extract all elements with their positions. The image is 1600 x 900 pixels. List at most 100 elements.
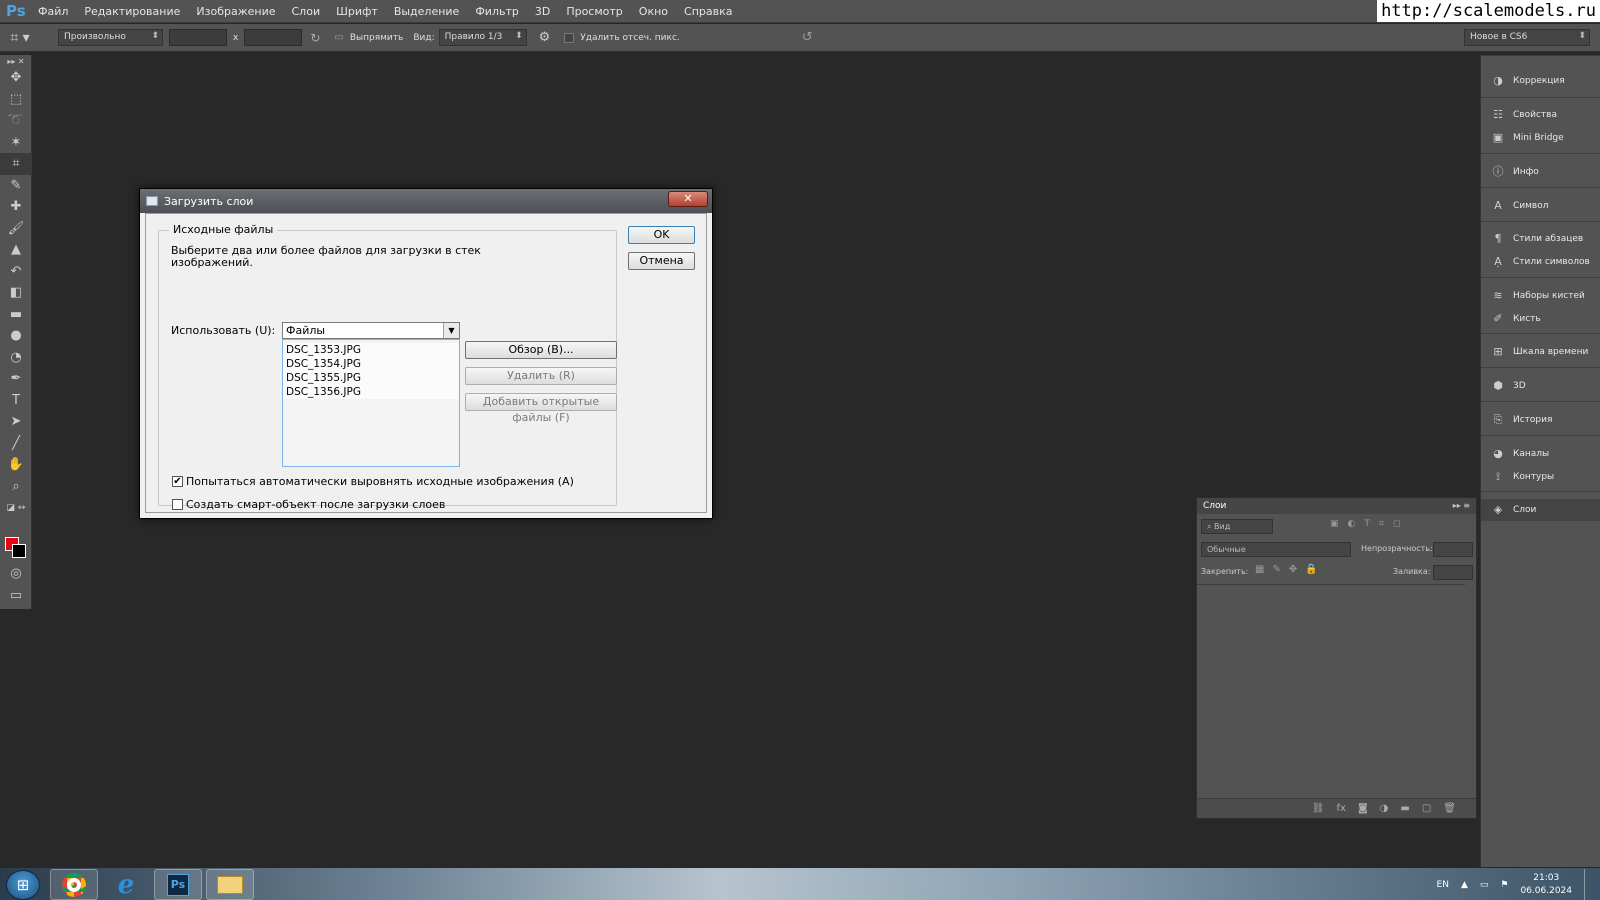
- width-input[interactable]: [169, 29, 227, 46]
- screen-mode-icon[interactable]: ▭: [0, 585, 32, 607]
- smart-object-checkbox[interactable]: [172, 499, 183, 510]
- menu-image[interactable]: Изображение: [188, 5, 283, 18]
- smart-object-label[interactable]: Создать смарт-объект после загрузки слое…: [186, 498, 445, 511]
- cancel-button[interactable]: Отмена: [628, 252, 695, 270]
- dock-item-history[interactable]: ⎘ История: [1481, 409, 1600, 431]
- gradient-tool-icon[interactable]: ▬: [0, 304, 32, 326]
- dock-item-layers[interactable]: ◈ Слои: [1481, 499, 1600, 521]
- fx-icon[interactable]: fx: [1337, 803, 1346, 814]
- adjustment-layer-icon[interactable]: ◑: [1380, 803, 1389, 814]
- language-indicator[interactable]: EN: [1437, 880, 1449, 890]
- flag-icon[interactable]: ⚑: [1500, 880, 1508, 890]
- lock-icons[interactable]: ▦✎✥🔒: [1255, 564, 1326, 575]
- crop-tool-icon[interactable]: ⌗: [0, 153, 32, 175]
- chevron-down-icon[interactable]: ▼: [443, 323, 459, 338]
- mask-icon[interactable]: ◙: [1358, 803, 1368, 814]
- move-tool-icon[interactable]: ✥: [0, 67, 32, 89]
- stamp-tool-icon[interactable]: ▲: [0, 239, 32, 261]
- folder-icon[interactable]: ▬: [1400, 803, 1409, 814]
- dodge-tool-icon[interactable]: ◔: [0, 347, 32, 369]
- dock-item-properties[interactable]: ☷ Свойства: [1481, 104, 1600, 126]
- photoshop-taskbar-button[interactable]: Ps: [154, 869, 202, 900]
- dock-item-brush-presets[interactable]: ≋ Наборы кистей: [1481, 285, 1600, 307]
- list-item[interactable]: DSC_1354.JPG: [283, 357, 459, 371]
- use-select[interactable]: Файлы ▼: [282, 322, 460, 339]
- menu-view[interactable]: Просмотр: [558, 5, 630, 18]
- dock-item-mini-bridge[interactable]: ▣ Mini Bridge: [1481, 127, 1600, 149]
- menu-edit[interactable]: Редактирование: [76, 5, 188, 18]
- show-desktop-button[interactable]: [1584, 869, 1592, 900]
- dialog-titlebar[interactable]: Загрузить слои: [140, 189, 712, 213]
- dock-item-brush[interactable]: ✐ Кисть: [1481, 308, 1600, 330]
- ok-button[interactable]: OK: [628, 226, 695, 244]
- dock-item-channels[interactable]: ◕ Каналы: [1481, 443, 1600, 465]
- panel-menu-icon[interactable]: ▸▸ ≡: [1453, 498, 1470, 514]
- list-item[interactable]: DSC_1356.JPG: [283, 385, 459, 399]
- dock-item-timeline[interactable]: ⊞ Шкала времени: [1481, 341, 1600, 363]
- dock-item-adjustments[interactable]: ◑ Коррекция: [1481, 70, 1600, 92]
- height-input[interactable]: [244, 29, 303, 46]
- menu-layer[interactable]: Слои: [284, 5, 329, 18]
- pen-tool-icon[interactable]: ✒: [0, 368, 32, 390]
- layers-panel-header[interactable]: Слои ▸▸ ≡: [1197, 498, 1476, 514]
- menu-help[interactable]: Справка: [676, 5, 740, 18]
- marquee-tool-icon[interactable]: ⬚: [0, 89, 32, 111]
- healing-brush-tool-icon[interactable]: ✚: [0, 196, 32, 218]
- layer-filter-select[interactable]: ⌕ Вид: [1201, 519, 1273, 534]
- dialog-close-button[interactable]: ✕: [668, 191, 708, 207]
- ratio-select[interactable]: Произвольно: [58, 29, 163, 46]
- network-icon[interactable]: ▭: [1480, 880, 1489, 890]
- type-tool-icon[interactable]: T: [0, 390, 32, 412]
- menu-filter[interactable]: Фильтр: [467, 5, 527, 18]
- dock-item-character-styles[interactable]: Ạ Стили символов: [1481, 251, 1600, 273]
- file-list[interactable]: DSC_1353.JPG DSC_1354.JPG DSC_1355.JPG D…: [282, 339, 460, 467]
- dock-item-paragraph-styles[interactable]: ¶ Стили абзацев: [1481, 228, 1600, 250]
- menu-type[interactable]: Шрифт: [328, 5, 386, 18]
- workspace-select[interactable]: Новое в CS6: [1464, 29, 1590, 46]
- hand-tool-icon[interactable]: ✋: [0, 454, 32, 476]
- background-color-swatch[interactable]: [12, 544, 26, 558]
- filter-icons[interactable]: ▣◐T⌗◻: [1330, 519, 1409, 529]
- trash-icon[interactable]: 🗑: [1443, 803, 1456, 814]
- view-select[interactable]: Правило 1/3: [438, 29, 527, 46]
- menu-select[interactable]: Выделение: [386, 5, 468, 18]
- panel-collapse-icon[interactable]: ▸▸ ✕: [0, 55, 32, 67]
- dock-item-paths[interactable]: ⟟ Контуры: [1481, 466, 1600, 488]
- link-icon[interactable]: ⛓: [1312, 803, 1325, 814]
- ie-taskbar-button[interactable]: e: [102, 869, 150, 900]
- layers-tab[interactable]: Слои: [1203, 501, 1226, 511]
- layers-list[interactable]: [1197, 584, 1465, 796]
- delete-cropped-checkbox[interactable]: [564, 32, 575, 43]
- line-tool-icon[interactable]: ╱: [0, 433, 32, 455]
- swap-icon[interactable]: ↻: [310, 31, 320, 45]
- explorer-taskbar-button[interactable]: [206, 869, 254, 900]
- fill-input[interactable]: [1433, 565, 1473, 580]
- dock-item-3d[interactable]: ⬢ 3D: [1481, 375, 1600, 397]
- blend-mode-select[interactable]: Обычные: [1201, 542, 1351, 557]
- new-layer-icon[interactable]: ▢: [1422, 803, 1431, 814]
- straighten-label[interactable]: Выпрямить: [350, 33, 403, 43]
- blur-tool-icon[interactable]: ●: [0, 325, 32, 347]
- chrome-taskbar-button[interactable]: [50, 869, 98, 900]
- menu-file[interactable]: Файл: [30, 5, 76, 18]
- eraser-tool-icon[interactable]: ◧: [0, 282, 32, 304]
- reset-icon[interactable]: ↺: [802, 30, 813, 45]
- history-brush-tool-icon[interactable]: ↶: [0, 261, 32, 283]
- dock-item-character[interactable]: A Символ: [1481, 195, 1600, 217]
- zoom-tool-icon[interactable]: ⌕: [0, 476, 32, 498]
- opacity-input[interactable]: [1433, 542, 1473, 557]
- list-item[interactable]: DSC_1355.JPG: [283, 371, 459, 385]
- crop-tool-icon[interactable]: ⌗ ▾: [0, 30, 40, 46]
- menu-window[interactable]: Окно: [631, 5, 676, 18]
- add-open-files-button[interactable]: Добавить открытые файлы (F): [465, 393, 617, 424]
- auto-align-label[interactable]: Попытаться автоматически выровнять исход…: [186, 475, 574, 488]
- auto-align-checkbox[interactable]: ✔: [172, 476, 183, 487]
- menu-3d[interactable]: 3D: [527, 5, 558, 18]
- start-button[interactable]: ⊞: [6, 870, 40, 900]
- lasso-tool-icon[interactable]: ➰: [0, 110, 32, 132]
- remove-button[interactable]: Удалить (R): [465, 367, 617, 385]
- brush-tool-icon[interactable]: 🖌: [0, 218, 32, 240]
- gear-icon[interactable]: ⚙: [539, 30, 551, 45]
- clock[interactable]: 21:03 06.06.2024: [1520, 872, 1572, 898]
- default-colors-icon[interactable]: ◪ ↔: [0, 497, 32, 519]
